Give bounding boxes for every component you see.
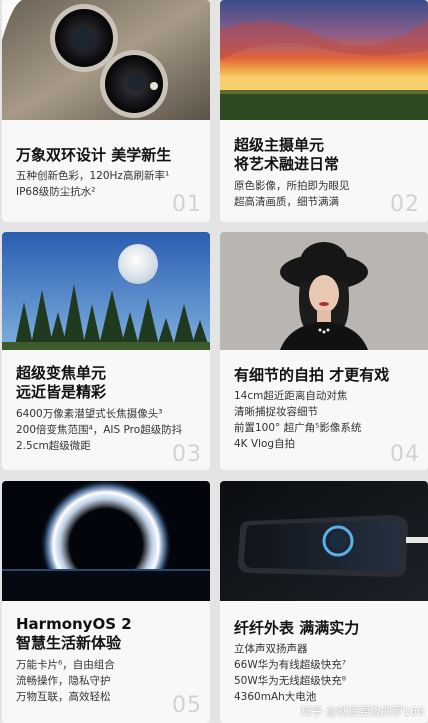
- card-line: 14cm超近距离自动对焦: [234, 390, 348, 402]
- card-title: 万象双环设计 美学新生: [16, 146, 172, 164]
- feature-card-main-camera: 超级主摄单元 将艺术融进日常 原色影像，所拍即为眼见 超高清画质，细节满满 02: [220, 0, 428, 222]
- feature-card-harmonyos: HarmonyOS 2 智慧生活新体验 万能卡片⁶，自由组合 流畅操作，隐私守护…: [2, 481, 210, 723]
- card-title: 有细节的自拍 才更有戏: [234, 366, 390, 384]
- card-title: 超级主摄单元: [234, 136, 325, 154]
- card-line: 清晰捕捉妆容细节: [234, 406, 318, 418]
- card-line: 200倍变焦范围⁴，AIS Pro超级防抖: [16, 424, 183, 436]
- card-line: 50W华为无线超级快充⁸: [234, 675, 346, 687]
- zhihu-watermark: 知乎 @就是要饭的罗166: [300, 705, 425, 718]
- feature-card-selfie: 有细节的自拍 才更有戏 14cm超近距离自动对焦 清晰捕捉妆容细节 前置100°…: [220, 232, 428, 470]
- card-line: 6400万像素潜望式长焦摄像头³: [16, 408, 163, 420]
- glowing-ring-image: [2, 481, 210, 601]
- card-line: 立体声双扬声器: [234, 643, 308, 655]
- sunset-landscape-image: [220, 0, 428, 120]
- card-number: 01: [172, 192, 202, 217]
- card-number: 05: [172, 693, 202, 718]
- phone-camera-image: [2, 0, 210, 120]
- phone-charging-image: [220, 481, 428, 601]
- card-line: 万能卡片⁶，自由组合: [16, 659, 115, 671]
- portrait-image: [220, 232, 428, 350]
- card-line: 流畅操作，隐私守护: [16, 675, 111, 687]
- card-title: 将艺术融进日常: [234, 155, 340, 173]
- card-line: 五种创新色彩，120Hz高刷新率¹: [16, 170, 170, 182]
- card-title: HarmonyOS 2: [16, 615, 132, 633]
- card-line: 前置100° 超广角⁵影像系统: [234, 422, 362, 434]
- card-title: 远近皆是精彩: [16, 383, 107, 401]
- moon-forest-image: [2, 232, 210, 350]
- card-title: 纤纤外表 满满实力: [234, 619, 360, 637]
- feature-card-zoom: 超级变焦单元 远近皆是精彩 6400万像素潜望式长焦摄像头³ 200倍变焦范围⁴…: [2, 232, 210, 470]
- card-number: 04: [390, 442, 420, 467]
- card-number: 03: [172, 442, 202, 467]
- feature-card-design: 万象双环设计 美学新生 五种创新色彩，120Hz高刷新率¹ IP68级防尘抗水²…: [2, 0, 210, 222]
- card-line: 66W华为有线超级快充⁷: [234, 659, 346, 671]
- feature-grid: 万象双环设计 美学新生 五种创新色彩，120Hz高刷新率¹ IP68级防尘抗水²…: [0, 0, 428, 723]
- card-number: 02: [390, 192, 420, 217]
- feature-card-battery: 纤纤外表 满满实力 立体声双扬声器 66W华为有线超级快充⁷ 50W华为无线超级…: [220, 481, 428, 723]
- card-title: 超级变焦单元: [16, 364, 107, 382]
- card-title: 智慧生活新体验: [16, 634, 122, 652]
